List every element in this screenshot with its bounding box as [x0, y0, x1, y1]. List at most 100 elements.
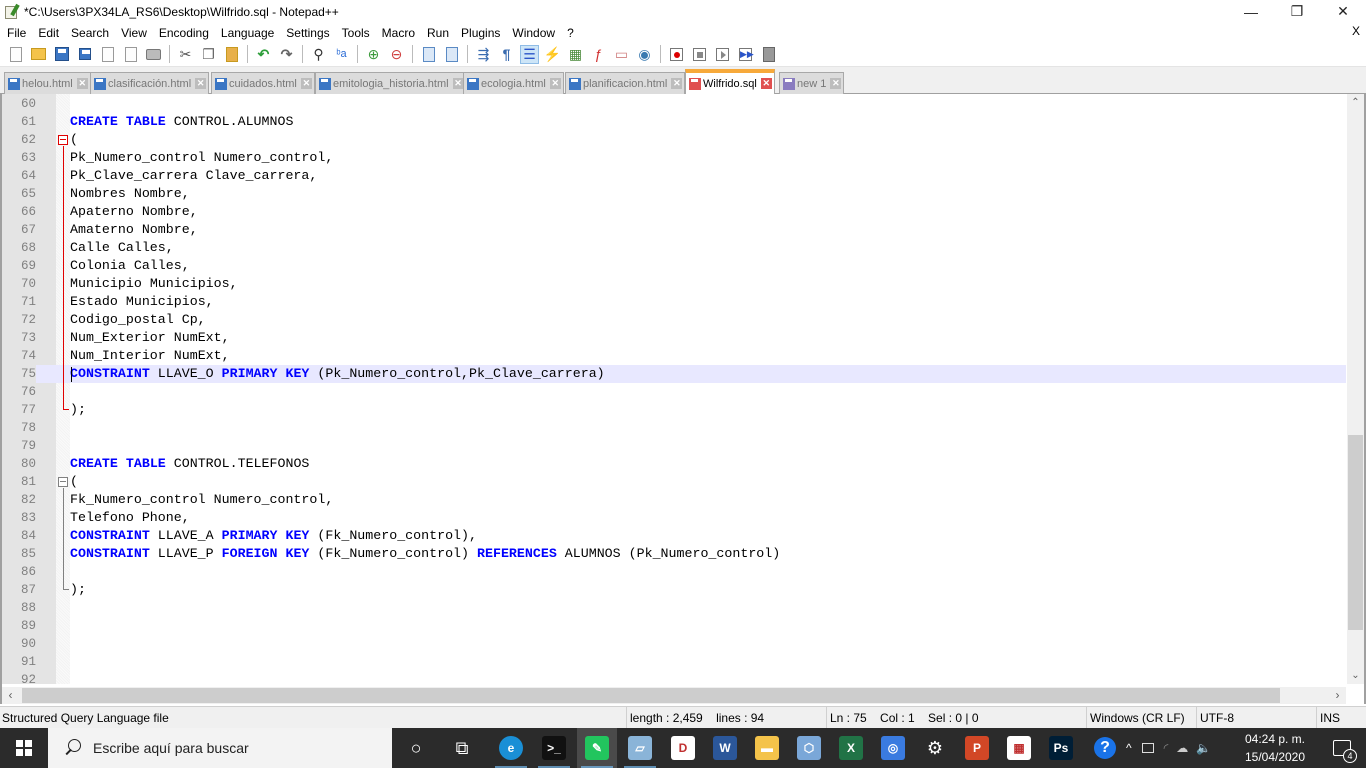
- taskbar-app-excel[interactable]: X: [831, 728, 871, 768]
- code-lines[interactable]: 60 61 CREATE TABLE CONTROL.ALUMNOS 62 (63 Pk_…: [2, 95, 1346, 689]
- code-line[interactable]: 62 (: [2, 131, 1346, 149]
- code-line[interactable]: 63 Pk_Numero_control Numero_control,: [2, 149, 1346, 167]
- taskbar-clock[interactable]: 04:24 p. m. 15/04/2020: [1240, 730, 1310, 766]
- tab-cuidados-html[interactable]: cuidados.html ✕: [211, 72, 315, 94]
- tab-close-icon[interactable]: ✕: [300, 78, 312, 89]
- taskbar-app-photoshop[interactable]: Ps: [1041, 728, 1081, 768]
- code-line[interactable]: 64 Pk_Clave_carrera Clave_carrera,: [2, 167, 1346, 185]
- tab-emitologia-historia-html[interactable]: emitologia_historia.html ✕: [315, 72, 467, 94]
- menu-window[interactable]: Window: [505, 26, 560, 40]
- menu-macro[interactable]: Macro: [375, 26, 420, 40]
- menu-edit[interactable]: Edit: [31, 26, 64, 40]
- code-line[interactable]: 87);: [2, 581, 1346, 599]
- close-button[interactable]: [98, 45, 117, 64]
- monitoring-button[interactable]: ◉: [635, 45, 654, 64]
- taskbar-app-virtualbox[interactable]: ⬡: [789, 728, 829, 768]
- paste-button[interactable]: [222, 45, 241, 64]
- tab-close-icon[interactable]: ✕: [76, 78, 88, 89]
- code-line[interactable]: 81 (: [2, 473, 1346, 491]
- scroll-right-arrow-icon[interactable]: ›: [1329, 687, 1346, 704]
- code-editor[interactable]: 60 61 CREATE TABLE CONTROL.ALUMNOS 62 (63 Pk_…: [0, 94, 1366, 704]
- taskbar-app-notepad-plus-plus[interactable]: ✎: [577, 728, 617, 768]
- tab-new-1[interactable]: new 1 ✕: [779, 72, 845, 94]
- taskbar-app-settings-gear[interactable]: ⚙: [915, 728, 955, 768]
- code-line[interactable]: 83 Telefono Phone,: [2, 509, 1346, 527]
- taskbar-app-network-app[interactable]: ◎: [873, 728, 913, 768]
- code-line[interactable]: 71 Estado Municipios,: [2, 293, 1346, 311]
- close-window-button[interactable]: ✕: [1320, 0, 1366, 23]
- menu-tools[interactable]: Tools: [335, 26, 375, 40]
- tab-helou-html[interactable]: helou.html ✕: [4, 72, 91, 94]
- zoom-in-button[interactable]: ⊕: [364, 45, 383, 64]
- tab-clasificacion-html[interactable]: clasificación.html ✕: [90, 72, 210, 94]
- horizontal-scrollbar[interactable]: ‹ ›: [2, 687, 1346, 704]
- tab-close-icon[interactable]: ✕: [830, 78, 842, 89]
- word-wrap-button[interactable]: ⇶: [474, 45, 493, 64]
- code-line[interactable]: 82 Fk_Numero_control Numero_control,: [2, 491, 1346, 509]
- code-line[interactable]: 72 Codigo_postal Cp,: [2, 311, 1346, 329]
- code-line[interactable]: 89: [2, 617, 1346, 635]
- tab-planificacion-html[interactable]: planificacion.html ✕: [565, 72, 686, 94]
- close-document-button[interactable]: X: [1352, 24, 1360, 38]
- save-all-button[interactable]: [75, 45, 94, 64]
- code-line[interactable]: 67 Amaterno Nombre,: [2, 221, 1346, 239]
- document-map-button[interactable]: ▦: [566, 45, 585, 64]
- tab-close-icon[interactable]: ✕: [760, 78, 772, 89]
- network-adapter-icon[interactable]: [1141, 743, 1154, 753]
- macro-record-button[interactable]: [667, 45, 686, 64]
- taskbar-app-cortana[interactable]: ○: [396, 728, 436, 768]
- code-line[interactable]: 61 CREATE TABLE CONTROL.ALUMNOS: [2, 113, 1346, 131]
- code-line[interactable]: 91: [2, 653, 1346, 671]
- taskbar-app-file-explorer[interactable]: ▬: [747, 728, 787, 768]
- code-line[interactable]: 65 Nombres Nombre,: [2, 185, 1346, 203]
- code-line[interactable]: 85 CONSTRAINT LLAVE_P FOREIGN KEY (Fk_Num…: [2, 545, 1346, 563]
- menu-plugins[interactable]: Plugins: [454, 26, 505, 40]
- menu-encoding[interactable]: Encoding: [152, 26, 214, 40]
- fold-collapse-icon[interactable]: [58, 477, 68, 487]
- taskbar-app-task-view[interactable]: ⧉: [442, 728, 482, 768]
- minimize-button[interactable]: —: [1228, 0, 1274, 23]
- code-line[interactable]: 86: [2, 563, 1346, 581]
- macro-save-button[interactable]: [759, 45, 778, 64]
- find-button[interactable]: ⚲: [309, 45, 328, 64]
- tab-close-icon[interactable]: ✕: [452, 78, 464, 89]
- menu-run[interactable]: Run: [420, 26, 454, 40]
- code-line[interactable]: 70 Municipio Municipios,: [2, 275, 1346, 293]
- horizontal-scroll-thumb[interactable]: [22, 688, 1280, 703]
- taskbar-app-word[interactable]: W: [705, 728, 745, 768]
- indent-guide-button[interactable]: ☰: [520, 44, 539, 64]
- code-line[interactable]: 76: [2, 383, 1346, 401]
- zoom-out-button[interactable]: ⊖: [387, 45, 406, 64]
- open-file-button[interactable]: [29, 45, 48, 64]
- code-line[interactable]: 80 CREATE TABLE CONTROL.TELEFONOS: [2, 455, 1346, 473]
- print-button[interactable]: [144, 45, 163, 64]
- save-button[interactable]: [52, 45, 71, 64]
- taskbar-app-command-prompt[interactable]: >_: [534, 728, 574, 768]
- menu-file[interactable]: File: [0, 26, 31, 40]
- start-button[interactable]: [0, 728, 48, 768]
- tab-close-icon[interactable]: ✕: [195, 78, 207, 89]
- action-center-button[interactable]: 4: [1322, 728, 1362, 768]
- macro-run-multiple-button[interactable]: ▶▶: [736, 45, 755, 64]
- code-line[interactable]: 84 CONSTRAINT LLAVE_A PRIMARY KEY (Fk_Num…: [2, 527, 1346, 545]
- tab-close-icon[interactable]: ✕: [549, 78, 561, 89]
- wifi-icon[interactable]: ◜: [1164, 741, 1169, 755]
- code-line[interactable]: 68 Calle Calles,: [2, 239, 1346, 257]
- function-list-button[interactable]: ƒ: [589, 45, 608, 64]
- macro-play-button[interactable]: [713, 45, 732, 64]
- tab-wilfrido-sql[interactable]: Wilfrido.sql ✕: [685, 69, 775, 94]
- scroll-up-arrow-icon[interactable]: ⌃: [1347, 94, 1364, 111]
- show-hidden-icons-chevron-icon[interactable]: ^: [1126, 741, 1132, 755]
- code-line[interactable]: 78: [2, 419, 1346, 437]
- code-line[interactable]: 75 CONSTRAINT LLAVE_O PRIMARY KEY (Pk_Num…: [2, 365, 1346, 383]
- tab-ecologia-html[interactable]: ecologia.html ✕: [463, 72, 564, 94]
- code-line[interactable]: 88: [2, 599, 1346, 617]
- close-all-button[interactable]: [121, 45, 140, 64]
- vertical-scrollbar[interactable]: ⌃ ⌄: [1347, 94, 1364, 684]
- vertical-scroll-thumb[interactable]: [1348, 435, 1363, 630]
- scroll-down-arrow-icon[interactable]: ⌄: [1347, 667, 1364, 684]
- sync-vertical-button[interactable]: [419, 45, 438, 64]
- help-icon[interactable]: ?: [1094, 737, 1116, 759]
- taskbar-search-box[interactable]: Escribe aquí para buscar: [48, 728, 392, 768]
- redo-button[interactable]: ↷: [277, 45, 296, 64]
